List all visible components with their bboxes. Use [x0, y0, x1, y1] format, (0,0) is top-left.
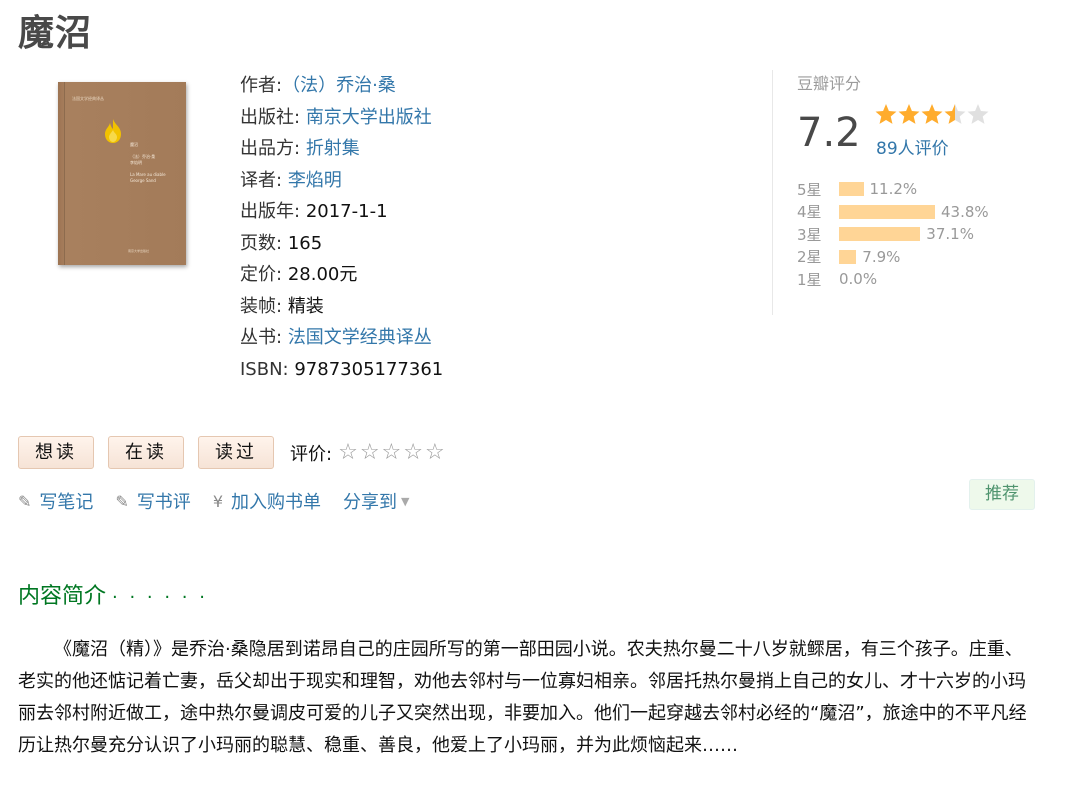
- info-row-series: 丛书: 法国文学经典译丛: [240, 322, 443, 354]
- bar-percent: 7.9%: [862, 247, 901, 266]
- intro-heading-dots: · · · · · ·: [112, 587, 208, 608]
- shelf-buttons: 想读 在读 读过 评价: ☆ ☆ ☆ ☆ ☆: [18, 436, 447, 469]
- bar-percent: 37.1%: [926, 225, 974, 244]
- cover-series-tag: 法国文学经典译丛: [72, 96, 104, 101]
- cover-title: 魔沼: [130, 142, 138, 147]
- write-note-link[interactable]: ✎ 写笔记: [18, 488, 93, 514]
- info-row-author: 作者:（法）乔治·桑: [240, 70, 443, 102]
- star-icon: [967, 104, 989, 124]
- rating-title: 豆瓣评分: [797, 74, 862, 93]
- evaluate-stars: ☆ ☆ ☆ ☆ ☆: [338, 440, 447, 465]
- info-row-binding: 装帧: 精装: [240, 291, 443, 323]
- evaluate-label: 评价:: [290, 443, 333, 465]
- flame-icon: [105, 119, 121, 143]
- cover-publisher: 南京大学出版社: [128, 249, 150, 253]
- write-review-link[interactable]: ✎ 写书评: [115, 488, 190, 514]
- write-note-label: 写笔记: [39, 492, 94, 513]
- book-title: 魔沼: [18, 13, 93, 54]
- rating-distribution: 5星 11.2% 4星 43.8% 3星 37.1% 2星 7.9% 1星 0.0%: [797, 178, 989, 291]
- bar-star-label: 1星: [797, 270, 822, 289]
- cover-author-en: George Sand: [130, 178, 156, 183]
- pencil-icon: ✎: [115, 491, 129, 511]
- author-link[interactable]: （法）乔治·桑: [282, 75, 396, 96]
- intro-heading: 内容简介 · · · · · ·: [18, 578, 208, 610]
- price-value: 28.00元: [287, 264, 358, 285]
- rating-bar-3: [839, 227, 921, 242]
- info-row-translator: 译者: 李焰明: [240, 165, 443, 197]
- book-info-list: 作者:（法）乔治·桑 出版社: 南京大学出版社 出品方: 折射集 译者: 李焰明…: [240, 70, 443, 385]
- intro-text: 《魔沼（精）》是乔治·桑隐居到诺昂自己的庄园所写的第一部田园小说。农夫热尔曼二十…: [18, 639, 1027, 756]
- star-outline-icon[interactable]: ☆: [382, 440, 402, 465]
- rating-bar-4: [839, 204, 935, 219]
- recommend-button[interactable]: 推荐: [969, 479, 1035, 510]
- share-dropdown[interactable]: 分享到 ▼: [343, 488, 409, 514]
- cover-translator: 李焰明: [130, 160, 142, 165]
- pubyear-value: 2017-1-1: [305, 201, 388, 222]
- info-row-pages: 页数: 165: [240, 228, 443, 260]
- bar-percent: 11.2%: [869, 180, 918, 199]
- cover-spine-line: [64, 82, 65, 265]
- rating-bar-row: 5星 11.2%: [797, 178, 989, 201]
- star-outline-icon[interactable]: ☆: [338, 440, 358, 465]
- isbn-value: 9787305177361: [294, 358, 444, 380]
- bar-percent: 0.0%: [839, 270, 878, 289]
- info-row-pubyear: 出版年: 2017-1-1: [240, 196, 443, 228]
- binding-value: 精装: [287, 295, 324, 317]
- share-label: 分享到: [343, 492, 397, 513]
- star-icon: [944, 104, 966, 124]
- book-cover-image[interactable]: 法国文学经典译丛 魔沼 （法）乔治·桑 李焰明 La Mare au diabl…: [58, 82, 186, 265]
- info-label: ISBN:: [240, 358, 289, 380]
- rating-score: 7.2: [797, 110, 861, 156]
- bar-percent: 43.8%: [941, 202, 989, 221]
- info-label: 页数:: [240, 232, 283, 254]
- rating-bar-row: 2星 7.9%: [797, 246, 989, 269]
- info-label: 装帧:: [240, 295, 283, 317]
- info-label: 作者:: [240, 75, 283, 96]
- rating-bar-5: [839, 182, 864, 197]
- info-row-price: 定价: 28.00元: [240, 259, 443, 291]
- info-label: 出版年:: [240, 201, 301, 222]
- publisher-link[interactable]: 南京大学出版社: [306, 107, 432, 128]
- star-icon: [875, 104, 897, 124]
- info-label: 出品方:: [240, 138, 301, 159]
- star-icon: [898, 104, 920, 124]
- info-label: 译者:: [240, 169, 283, 191]
- pencil-icon: ✎: [18, 491, 32, 511]
- reading-button[interactable]: 在读: [108, 436, 184, 469]
- star-outline-icon[interactable]: ☆: [403, 440, 423, 465]
- want-to-read-button[interactable]: 想读: [18, 436, 94, 469]
- pages-value: 165: [287, 232, 323, 254]
- yen-icon: ¥: [212, 491, 223, 511]
- intro-heading-text: 内容简介: [18, 584, 107, 609]
- add-to-cart-label: 加入购书单: [231, 492, 321, 513]
- translator-link[interactable]: 李焰明: [288, 170, 342, 191]
- rating-count-link[interactable]: 89人评价: [876, 134, 949, 159]
- info-row-isbn: ISBN: 9787305177361: [240, 354, 443, 386]
- bar-star-label: 2星: [797, 248, 822, 267]
- info-row-producer: 出品方: 折射集: [240, 133, 443, 165]
- bar-star-label: 5星: [797, 180, 822, 199]
- rating-panel: 豆瓣评分 7.2 89人评价 5星 11.2% 4星 43.8% 3星 37.1% 2…: [772, 70, 1032, 315]
- info-label: 丛书:: [240, 327, 283, 348]
- info-label: 定价:: [240, 264, 283, 285]
- series-link[interactable]: 法国文学经典译丛: [288, 327, 432, 348]
- rating-bar-row: 1星 0.0%: [797, 268, 989, 291]
- rating-bar-row: 4星 43.8%: [797, 201, 989, 224]
- write-review-label: 写书评: [136, 492, 191, 513]
- info-row-publisher: 出版社: 南京大学出版社: [240, 102, 443, 134]
- rating-bar-2: [839, 249, 857, 264]
- add-to-cart-link[interactable]: ¥ 加入购书单: [213, 488, 321, 514]
- star-outline-icon[interactable]: ☆: [425, 440, 445, 465]
- rating-stars: [875, 104, 989, 124]
- producer-link[interactable]: 折射集: [306, 138, 360, 159]
- info-label: 出版社:: [240, 106, 301, 128]
- chevron-down-icon: ▼: [401, 494, 410, 508]
- action-links: ✎ 写笔记 ✎ 写书评 ¥ 加入购书单 分享到 ▼: [18, 488, 431, 514]
- bar-star-label: 3星: [797, 225, 822, 244]
- have-read-button[interactable]: 读过: [198, 436, 274, 469]
- star-outline-icon[interactable]: ☆: [360, 440, 380, 465]
- bar-star-label: 4星: [797, 203, 822, 222]
- rating-bar-row: 3星 37.1%: [797, 223, 989, 246]
- star-icon: [921, 104, 943, 124]
